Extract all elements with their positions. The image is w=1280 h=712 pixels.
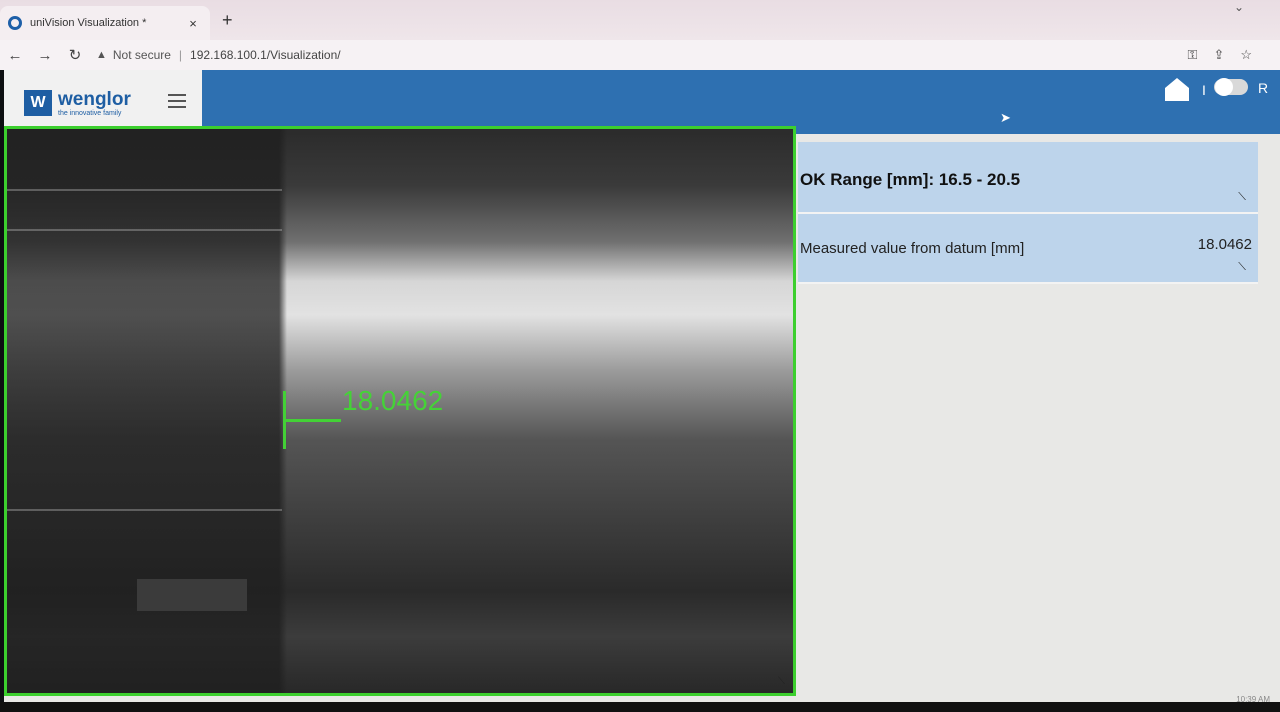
measured-value-card[interactable]: Measured value from datum [mm] 18.0462 ⟍ [798, 214, 1258, 284]
warning-icon: ▲ [96, 49, 107, 61]
share-icon[interactable]: ⇪ [1213, 47, 1224, 63]
ok-range-card[interactable]: OK Range [mm]: 16.5 - 20.5 ⟍ [798, 142, 1258, 214]
brand-name: wenglor [58, 88, 131, 110]
os-taskbar [0, 702, 1280, 712]
home-icon[interactable] [1164, 76, 1190, 102]
univision-tab-icon [8, 16, 22, 30]
image-edge-line [7, 189, 282, 191]
forward-arrow-icon[interactable]: → [30, 47, 60, 64]
security-indicator[interactable]: ▲ Not secure | 192.168.100.1/Visualizati… [96, 48, 341, 62]
mouse-cursor-icon: ➤ [1000, 110, 1011, 125]
univision-app: I R ➤ W wenglor the innovative family 18… [4, 70, 1280, 706]
reload-icon[interactable]: ↻ [60, 46, 90, 64]
browser-tabbar: uniVision Visualization * × + ⌄ [0, 0, 1280, 40]
image-dark-spot [137, 579, 247, 611]
measured-value: 18.0462 [1197, 236, 1252, 253]
brand-text: wenglor the innovative family [58, 88, 131, 117]
toggle-knob [1215, 78, 1233, 96]
browser-tab[interactable]: uniVision Visualization * × [0, 6, 210, 40]
header-separator: I [1202, 82, 1206, 98]
measurement-overlay-value: 18.0462 [342, 385, 444, 416]
chevron-down-icon[interactable]: ⌄ [1234, 0, 1244, 14]
measurement-arm [285, 419, 341, 422]
header-cut-text[interactable]: R [1258, 80, 1268, 96]
image-edge-line [7, 229, 282, 231]
result-panel: OK Range [mm]: 16.5 - 20.5 ⟍ Measured va… [798, 142, 1258, 284]
resize-icon[interactable]: ⟍ [1238, 261, 1246, 274]
address-bar: ← → ↻ ▲ Not secure | 192.168.100.1/Visua… [0, 40, 1280, 70]
star-icon[interactable]: ☆ [1240, 47, 1252, 63]
tab-title: uniVision Visualization * [30, 17, 147, 29]
address-bar-actions: ⚿ ⇪ ☆ [1188, 47, 1252, 63]
hamburger-icon[interactable] [168, 94, 186, 108]
ok-range-text: OK Range [mm]: 16.5 - 20.5 [800, 170, 1021, 189]
measured-value-label: Measured value from datum [mm] [800, 240, 1025, 257]
camera-image-view[interactable]: 18.0462 ⟍ [4, 126, 796, 696]
new-tab-button[interactable]: + [222, 10, 233, 31]
url-field[interactable]: 192.168.100.1/Visualization/ [190, 48, 341, 62]
security-label: Not secure [112, 48, 171, 62]
image-edge-line [7, 509, 282, 511]
view-resize-icon[interactable]: ⟍ [778, 676, 785, 687]
mode-toggle[interactable] [1214, 78, 1248, 96]
address-separator: | [178, 48, 183, 62]
key-icon[interactable]: ⚿ [1188, 47, 1198, 63]
wenglor-logo-icon: W [24, 90, 52, 116]
taskbar-clock: 10:39 AM [1236, 695, 1270, 704]
resize-icon[interactable]: ⟍ [1238, 191, 1246, 204]
close-tab-icon[interactable]: × [184, 16, 202, 31]
back-arrow-icon[interactable]: ← [0, 47, 30, 64]
brand-tagline: the innovative family [58, 109, 122, 117]
